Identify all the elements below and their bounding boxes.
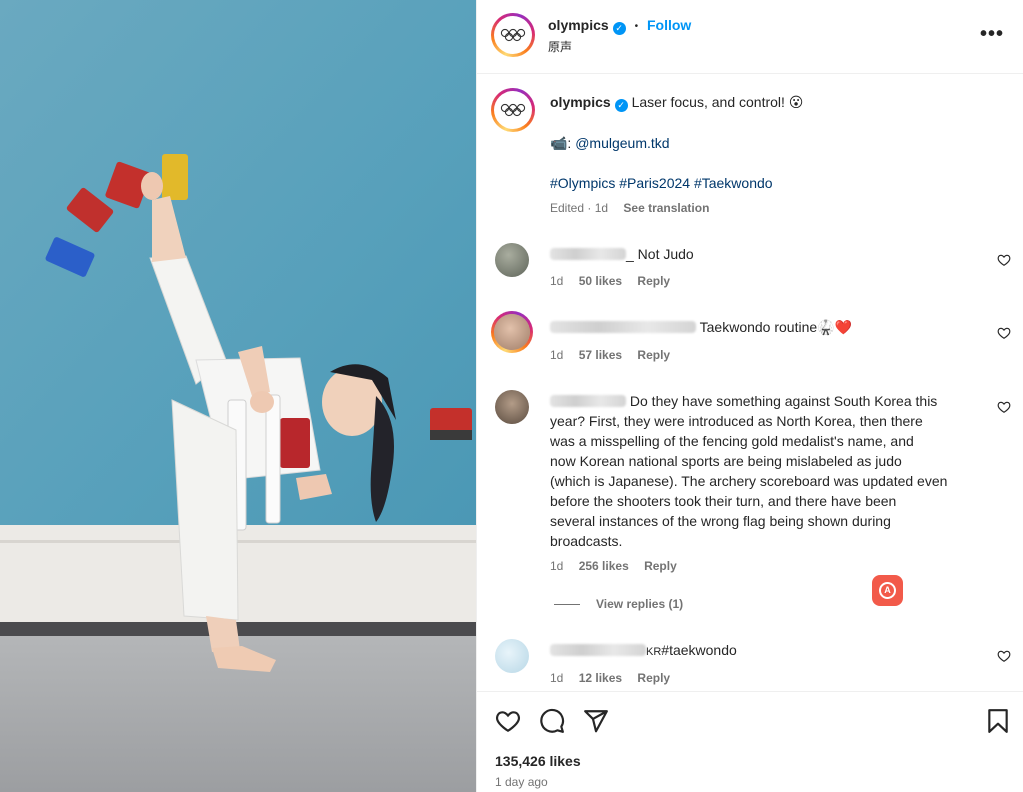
like-icon[interactable]	[495, 708, 521, 734]
author-avatar[interactable]	[491, 13, 535, 57]
commenter-avatar[interactable]	[491, 311, 533, 353]
credit-handle-link[interactable]: @mulgeum.tkd	[575, 135, 669, 151]
header-separator: •	[634, 21, 639, 32]
ai-badge-icon: A	[879, 582, 896, 599]
comment-text-line: broadcasts.	[550, 533, 623, 549]
video-credit-prefix: 📹:	[550, 135, 576, 151]
comment-like-icon[interactable]	[997, 326, 1011, 340]
ai-assistant-button[interactable]: A	[872, 575, 903, 606]
follow-button[interactable]: Follow	[647, 17, 691, 33]
replies-divider	[554, 604, 580, 606]
author-username[interactable]: olympics	[548, 17, 609, 33]
comment-likes[interactable]: 50 likes	[579, 274, 622, 288]
hashtags-link[interactable]: #Olympics #Paris2024 #Taekwondo	[550, 173, 773, 193]
post-photo[interactable]	[0, 0, 476, 792]
view-replies-label: View replies (1)	[596, 597, 684, 611]
comment-time: 1d	[550, 348, 564, 362]
comment-text-line: year? First, they were introduced as Nor…	[550, 413, 923, 429]
post-header: olympics ✓ • Follow 原声 •••	[477, 0, 1023, 74]
instagram-post: olympics ✓ • Follow 原声 ••• olympics ✓ La…	[0, 0, 1023, 792]
comment-time: 1d	[550, 274, 564, 288]
blurred-username[interactable]	[550, 321, 696, 333]
share-icon[interactable]	[583, 708, 609, 734]
see-translation-button[interactable]: See translation	[623, 201, 709, 215]
caption-edited-time: Edited · 1d	[550, 201, 609, 215]
commenter-avatar[interactable]	[495, 639, 529, 673]
reply-button[interactable]: Reply	[637, 274, 670, 288]
comment-emojis: 🥋❤️	[817, 319, 853, 335]
post-time: 1 day ago	[495, 775, 548, 789]
comment-text-line: several instances of the wrong flag bein…	[550, 513, 891, 529]
comment-text-line: (which is Japanese). The archery scorebo…	[550, 473, 948, 489]
post-actions: 135,426 likes 1 day ago	[477, 691, 1023, 792]
comment-time: 1d	[550, 559, 564, 573]
comment-like-icon[interactable]	[997, 253, 1011, 267]
reply-button[interactable]: Reply	[637, 671, 670, 685]
comment-likes[interactable]: 12 likes	[579, 671, 622, 685]
comment-text: Taekwondo routine	[699, 319, 818, 335]
blurred-username[interactable]	[550, 395, 626, 407]
comment-time: 1d	[550, 671, 564, 685]
caption-emoji: 😮	[788, 94, 804, 110]
audio-label[interactable]: 原声	[548, 38, 572, 55]
caption-author-avatar[interactable]	[491, 88, 535, 132]
comment-text: _ Not Judo	[626, 246, 694, 262]
commenter-avatar[interactable]	[495, 243, 529, 277]
save-icon[interactable]	[985, 708, 1011, 734]
blurred-username[interactable]	[550, 248, 626, 260]
comment-likes[interactable]: 57 likes	[579, 348, 622, 362]
comment-hashtag-link[interactable]: #taekwondo	[661, 642, 737, 658]
blurred-username[interactable]	[550, 644, 646, 656]
taekwondo-kick-photo	[0, 0, 476, 792]
comment-text-line: was a misspelling of the fencing gold me…	[550, 433, 914, 449]
reply-button[interactable]: Reply	[637, 348, 670, 362]
comment-text-line: now Korean national sports are being mis…	[550, 453, 902, 469]
username-suffix: KR	[646, 646, 662, 658]
comment-likes[interactable]: 256 likes	[579, 559, 629, 573]
post-details-panel: olympics ✓ • Follow 原声 ••• olympics ✓ La…	[476, 0, 1023, 792]
commenter-avatar[interactable]	[495, 390, 529, 424]
olympic-rings-icon	[500, 28, 526, 42]
verified-badge-icon: ✓	[614, 99, 628, 112]
comment-like-icon[interactable]	[997, 400, 1011, 414]
more-options-icon[interactable]: •••	[980, 24, 1004, 44]
comment-icon[interactable]	[539, 708, 565, 734]
comment-text-line: before the shooters took their turn, and…	[550, 493, 897, 509]
comment-like-icon[interactable]	[997, 649, 1011, 663]
reply-button[interactable]: Reply	[644, 559, 677, 573]
caption-username[interactable]: olympics	[550, 94, 611, 110]
view-replies-button[interactable]: View replies (1)	[554, 597, 683, 611]
verified-badge-icon: ✓	[612, 22, 626, 35]
likes-count[interactable]: 135,426 likes	[495, 753, 581, 769]
comment-text-line: Do they have something against South Kor…	[629, 393, 938, 409]
olympic-rings-icon	[500, 103, 526, 117]
caption-text: Laser focus, and control!	[631, 94, 785, 110]
